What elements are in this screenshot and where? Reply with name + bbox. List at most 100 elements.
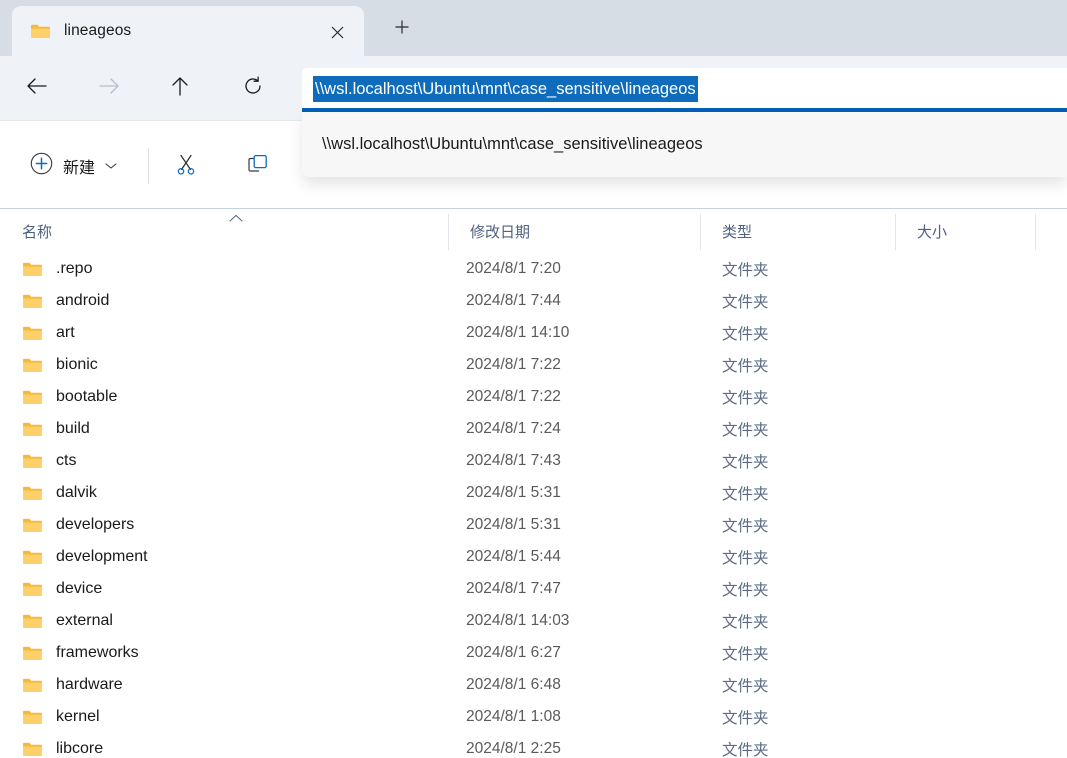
column-header-date[interactable]: 修改日期	[448, 209, 700, 254]
file-name-cell[interactable]: libcore	[0, 733, 448, 758]
file-date-label: 2024/8/1 1:08	[466, 708, 561, 725]
file-size-cell	[895, 381, 1035, 413]
folder-icon	[22, 453, 43, 469]
file-name-label: .repo	[56, 260, 93, 277]
scissors-icon	[175, 153, 197, 180]
file-name-cell[interactable]: developers	[0, 509, 448, 541]
file-list[interactable]: .repo 2024/8/1 7:20 文件夹 android 2024/8/1 7:4…	[0, 253, 1067, 758]
tab-lineageos[interactable]: lineageos	[12, 6, 364, 56]
file-date-cell: 2024/8/1 6:48	[448, 669, 700, 701]
file-name-cell[interactable]: .repo	[0, 253, 448, 285]
file-name-cell[interactable]: development	[0, 541, 448, 573]
file-name-cell[interactable]: external	[0, 605, 448, 637]
file-type-cell: 文件夹	[700, 605, 895, 637]
column-header-type[interactable]: 类型	[700, 209, 895, 254]
file-date-cell: 2024/8/1 14:03	[448, 605, 700, 637]
file-name-cell[interactable]: bionic	[0, 349, 448, 381]
close-icon[interactable]	[324, 19, 350, 45]
new-tab-button[interactable]	[385, 14, 419, 44]
refresh-button[interactable]	[235, 70, 271, 106]
file-name-cell[interactable]: build	[0, 413, 448, 445]
table-row[interactable]: libcore 2024/8/1 2:25 文件夹	[0, 733, 1067, 758]
file-name-cell[interactable]: frameworks	[0, 637, 448, 669]
table-row[interactable]: art 2024/8/1 14:10 文件夹	[0, 317, 1067, 349]
file-name-label: developers	[56, 516, 135, 533]
plus-circle-icon	[30, 152, 53, 180]
file-name-cell[interactable]: dalvik	[0, 477, 448, 509]
table-row[interactable]: build 2024/8/1 7:24 文件夹	[0, 413, 1067, 445]
file-type-label: 文件夹	[722, 422, 769, 439]
copy-icon	[247, 153, 269, 180]
arrow-right-icon	[98, 77, 120, 100]
table-row[interactable]: frameworks 2024/8/1 6:27 文件夹	[0, 637, 1067, 669]
file-date-cell: 2024/8/1 7:47	[448, 573, 700, 605]
folder-icon	[30, 23, 51, 39]
back-button[interactable]	[19, 70, 55, 106]
arrow-left-icon	[26, 77, 48, 100]
folder-icon	[22, 389, 43, 405]
address-suggestion-item[interactable]: \\wsl.localhost\Ubuntu\mnt\case_sensitiv…	[322, 112, 1067, 177]
file-date-cell: 2024/8/1 7:44	[448, 285, 700, 317]
file-size-cell	[895, 733, 1035, 758]
file-type-cell: 文件夹	[700, 733, 895, 758]
file-date-cell: 2024/8/1 7:20	[448, 253, 700, 285]
file-type-cell: 文件夹	[700, 701, 895, 733]
file-size-cell	[895, 477, 1035, 509]
file-name-label: device	[56, 580, 103, 597]
file-name-label: kernel	[56, 708, 100, 725]
file-name-label: hardware	[56, 676, 123, 693]
table-row[interactable]: developers 2024/8/1 5:31 文件夹	[0, 509, 1067, 541]
tab-strip: lineageos	[0, 0, 1067, 56]
file-type-label: 文件夹	[722, 550, 769, 567]
file-name-cell[interactable]: bootable	[0, 381, 448, 413]
file-name-cell[interactable]: cts	[0, 445, 448, 477]
table-row[interactable]: kernel 2024/8/1 1:08 文件夹	[0, 701, 1067, 733]
table-row[interactable]: bootable 2024/8/1 7:22 文件夹	[0, 381, 1067, 413]
table-row[interactable]: bionic 2024/8/1 7:22 文件夹	[0, 349, 1067, 381]
table-row[interactable]: hardware 2024/8/1 6:48 文件夹	[0, 669, 1067, 701]
column-divider[interactable]	[1035, 214, 1036, 250]
file-date-cell: 2024/8/1 14:10	[448, 317, 700, 349]
address-input[interactable]: \\wsl.localhost\Ubuntu\mnt\case_sensitiv…	[313, 76, 698, 102]
file-name-cell[interactable]: android	[0, 285, 448, 317]
table-row[interactable]: dalvik 2024/8/1 5:31 文件夹	[0, 477, 1067, 509]
file-type-cell: 文件夹	[700, 477, 895, 509]
table-row[interactable]: cts 2024/8/1 7:43 文件夹	[0, 445, 1067, 477]
file-size-cell	[895, 317, 1035, 349]
file-size-cell	[895, 285, 1035, 317]
address-bar[interactable]: \\wsl.localhost\Ubuntu\mnt\case_sensitiv…	[302, 68, 1067, 110]
file-date-label: 2024/8/1 7:20	[466, 260, 561, 277]
table-row[interactable]: device 2024/8/1 7:47 文件夹	[0, 573, 1067, 605]
table-row[interactable]: development 2024/8/1 5:44 文件夹	[0, 541, 1067, 573]
file-name-cell[interactable]: kernel	[0, 701, 448, 733]
column-header-size[interactable]: 大小	[895, 209, 1035, 254]
file-type-label: 文件夹	[722, 358, 769, 375]
file-type-label: 文件夹	[722, 486, 769, 503]
file-date-cell: 2024/8/1 7:22	[448, 381, 700, 413]
column-header-name-label: 名称	[22, 224, 53, 241]
cut-button[interactable]	[166, 147, 206, 185]
file-date-label: 2024/8/1 14:03	[466, 612, 570, 629]
file-date-cell: 2024/8/1 1:08	[448, 701, 700, 733]
file-type-cell: 文件夹	[700, 349, 895, 381]
file-size-cell	[895, 413, 1035, 445]
file-type-cell: 文件夹	[700, 509, 895, 541]
folder-icon	[22, 261, 43, 277]
file-size-cell	[895, 445, 1035, 477]
file-name-cell[interactable]: device	[0, 573, 448, 605]
file-name-label: external	[56, 612, 113, 629]
refresh-icon	[243, 76, 263, 101]
file-date-label: 2024/8/1 14:10	[466, 324, 570, 341]
column-header-name[interactable]: 名称	[0, 209, 448, 254]
new-button[interactable]: 新建	[22, 149, 125, 183]
table-row[interactable]: external 2024/8/1 14:03 文件夹	[0, 605, 1067, 637]
file-name-cell[interactable]: hardware	[0, 669, 448, 701]
table-row[interactable]: .repo 2024/8/1 7:20 文件夹	[0, 253, 1067, 285]
file-type-cell: 文件夹	[700, 637, 895, 669]
file-name-cell[interactable]: art	[0, 317, 448, 349]
table-row[interactable]: android 2024/8/1 7:44 文件夹	[0, 285, 1067, 317]
file-size-cell	[895, 573, 1035, 605]
column-header-type-label: 类型	[722, 224, 753, 241]
up-button[interactable]	[162, 70, 198, 106]
copy-button[interactable]	[238, 147, 278, 185]
